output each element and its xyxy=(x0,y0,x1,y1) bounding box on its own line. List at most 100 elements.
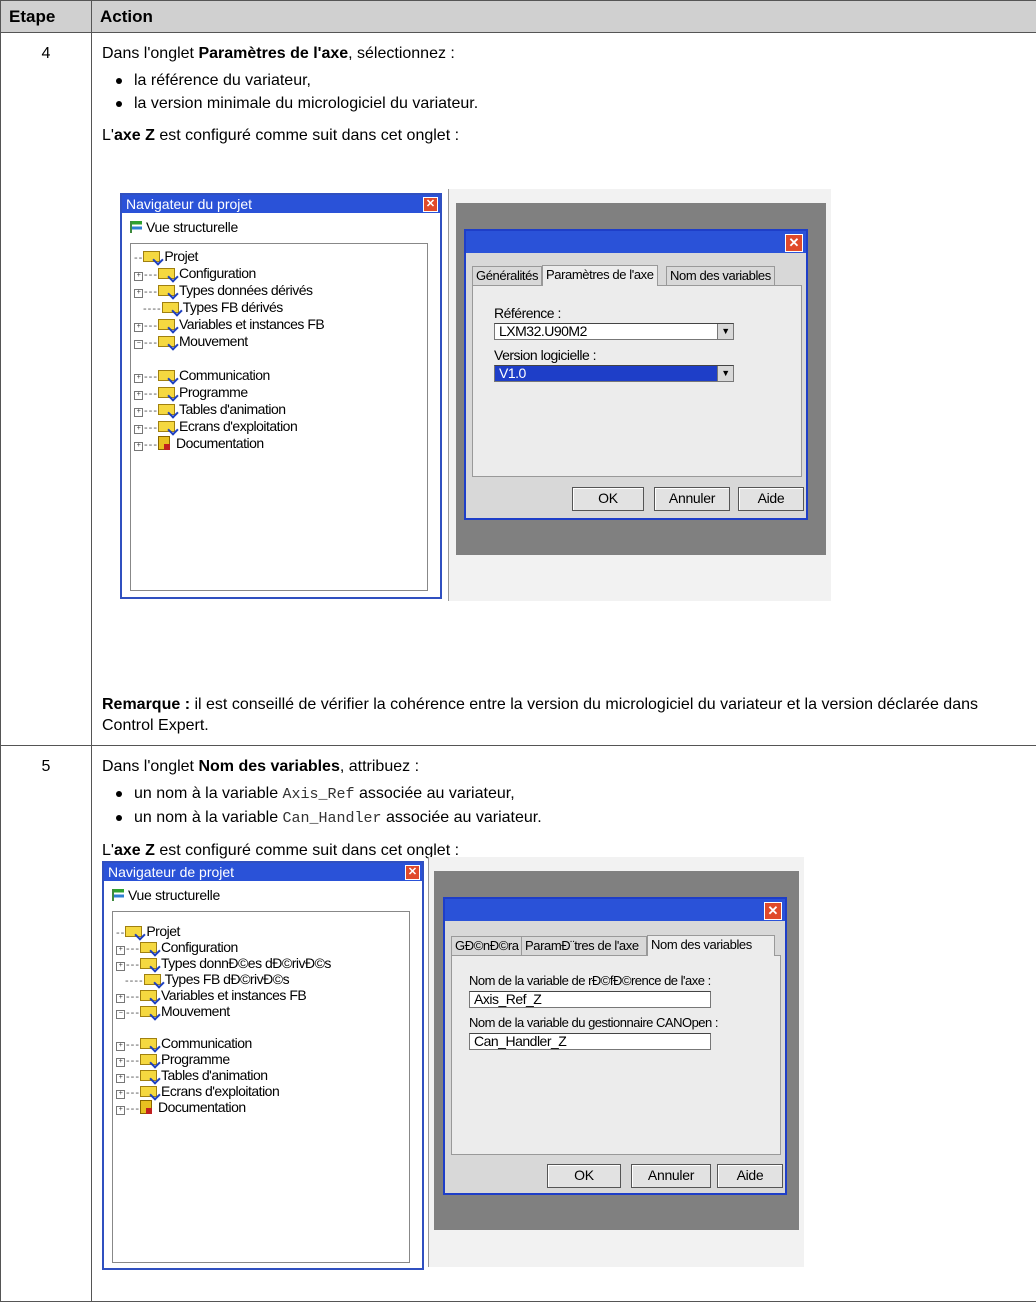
tab-generalites[interactable]: Généralités xyxy=(472,266,542,285)
tree-item-documentation[interactable]: +---Documentation xyxy=(116,1100,331,1116)
navigator-title: Navigateur de projet xyxy=(104,863,422,881)
step-number: 4 xyxy=(1,33,92,746)
tree-item-programme[interactable]: +---Programme xyxy=(134,385,324,402)
project-tree: --Projet +---Configuration +---Types don… xyxy=(116,924,331,1116)
structural-view-label: Vue structurelle xyxy=(130,219,238,235)
header-action: Action xyxy=(92,1,1036,33)
help-button[interactable]: Aide xyxy=(738,487,804,511)
step5-intro: Dans l'onglet Nom des variables, attribu… xyxy=(102,756,1036,777)
chevron-down-icon[interactable]: ▼ xyxy=(717,324,733,339)
axis-variable-input[interactable]: Axis_Ref_Z xyxy=(469,991,711,1008)
tree-item-projet[interactable]: --Projet xyxy=(134,249,324,266)
header-step: Etape xyxy=(1,1,92,33)
expand-icon[interactable]: + xyxy=(116,962,125,971)
axis-variable-label: Nom de la variable de rÐ©fÐ©rence de l'a… xyxy=(469,973,711,988)
tree-item-ecrans[interactable]: +---Ecrans d'exploitation xyxy=(134,419,324,436)
reference-label: Référence : xyxy=(494,305,561,321)
expand-icon[interactable]: + xyxy=(134,425,143,434)
ok-button[interactable]: OK xyxy=(547,1164,621,1188)
expand-icon[interactable]: + xyxy=(116,1058,125,1067)
folder-icon xyxy=(140,1052,159,1065)
expand-icon[interactable]: + xyxy=(134,391,143,400)
dialog-titlebar xyxy=(466,231,806,253)
tree-item-tables[interactable]: +---Tables d'animation xyxy=(134,402,324,419)
step4-note: Remarque : il est conseillé de vérifier … xyxy=(102,694,1022,736)
folder-icon xyxy=(162,300,181,313)
expand-icon[interactable]: + xyxy=(134,272,143,281)
ok-button[interactable]: OK xyxy=(572,487,644,511)
expand-icon[interactable]: + xyxy=(116,1042,125,1051)
expand-icon[interactable]: + xyxy=(134,408,143,417)
help-button[interactable]: Aide xyxy=(717,1164,783,1188)
can-variable-input[interactable]: Can_Handler_Z xyxy=(469,1033,711,1050)
tree-item-communication[interactable]: +---Communication xyxy=(116,1036,331,1052)
tree-item-tables[interactable]: +---Tables d'animation xyxy=(116,1068,331,1084)
structural-view-label: Vue structurelle xyxy=(112,887,220,903)
folder-icon xyxy=(140,956,159,969)
axis-dialog: ✕ Généralités Paramètres de l'axe Nom de… xyxy=(464,229,808,520)
tree-item-projet[interactable]: --Projet xyxy=(116,924,331,940)
documentation-icon xyxy=(158,436,170,450)
version-select[interactable]: V1.0▼ xyxy=(494,365,734,382)
folder-icon xyxy=(140,1068,159,1081)
bullet-icon xyxy=(116,78,122,84)
expand-icon[interactable]: + xyxy=(134,442,143,451)
tree-item-mouvement[interactable]: −---Mouvement xyxy=(134,334,324,368)
tree-item-types-fb[interactable]: ----Types FB dérivés xyxy=(134,300,324,317)
folder-icon xyxy=(144,972,163,985)
close-icon[interactable]: ✕ xyxy=(785,234,803,252)
tree-item-programme[interactable]: +---Programme xyxy=(116,1052,331,1068)
tab-parametres-axe[interactable]: ParamÐ¨tres de l'axe xyxy=(521,936,647,955)
close-icon[interactable]: ✕ xyxy=(405,865,420,880)
tab-parametres-axe[interactable]: Paramètres de l'axe xyxy=(542,265,658,286)
step-number: 5 xyxy=(1,746,92,1302)
folder-icon xyxy=(158,317,177,330)
tree-item-types-donnees[interactable]: +---Types donnÐ©es dÐ©rivÐ©s xyxy=(116,956,331,972)
tab-generalites[interactable]: GÐ©nÐ©ra xyxy=(451,936,523,955)
expand-icon[interactable]: + xyxy=(116,1090,125,1099)
tree-item-mouvement[interactable]: −---Mouvement xyxy=(116,1004,331,1036)
expand-icon[interactable]: + xyxy=(116,1106,125,1115)
tree-item-variables[interactable]: +---Variables et instances FB xyxy=(116,988,331,1004)
cancel-button[interactable]: Annuler xyxy=(654,487,730,511)
expand-icon[interactable]: + xyxy=(134,374,143,383)
list-item: un nom à la variable Can_Handler associé… xyxy=(102,806,1036,830)
close-icon[interactable]: ✕ xyxy=(764,902,782,920)
tree-item-configuration[interactable]: +---Configuration xyxy=(134,266,324,283)
project-tree: --Projet +---Configuration +---Types don… xyxy=(134,249,324,453)
folder-icon xyxy=(158,385,177,398)
folder-icon xyxy=(158,266,177,279)
step4-intro: Dans l'onglet Paramètres de l'axe, sélec… xyxy=(102,43,1036,64)
tab-nom-variables[interactable]: Nom des variables xyxy=(647,935,775,956)
reference-select[interactable]: LXM32.U90M2▼ xyxy=(494,323,734,340)
tree-item-types-donnees[interactable]: +---Types données dérivés xyxy=(134,283,324,300)
navigator-title: Navigateur du projet xyxy=(122,195,440,213)
tab-nom-variables[interactable]: Nom des variables xyxy=(666,266,775,285)
tree-item-variables[interactable]: +---Variables et instances FB xyxy=(134,317,324,334)
tree-item-communication[interactable]: +---Communication xyxy=(134,368,324,385)
version-label: Version logicielle : xyxy=(494,347,596,363)
list-item: un nom à la variable Axis_Ref associée a… xyxy=(102,782,1036,806)
expand-icon[interactable]: + xyxy=(116,994,125,1003)
folder-icon xyxy=(158,402,177,415)
chevron-down-icon[interactable]: ▼ xyxy=(717,366,733,381)
can-variable-label: Nom de la variable du gestionnaire CANOp… xyxy=(469,1015,718,1030)
folder-icon xyxy=(158,283,177,296)
bullet-icon xyxy=(116,101,122,107)
tree-item-documentation[interactable]: +---Documentation xyxy=(134,436,324,453)
cancel-button[interactable]: Annuler xyxy=(631,1164,711,1188)
collapse-icon[interactable]: − xyxy=(134,340,143,349)
step4-config-text: L'axe Z est configuré comme suit dans ce… xyxy=(102,125,1036,146)
tree-view-icon xyxy=(130,221,142,233)
expand-icon[interactable]: + xyxy=(134,289,143,298)
tree-item-configuration[interactable]: +---Configuration xyxy=(116,940,331,956)
close-icon[interactable]: ✕ xyxy=(423,197,438,212)
expand-icon[interactable]: + xyxy=(116,946,125,955)
tree-item-ecrans[interactable]: +---Ecrans d'exploitation xyxy=(116,1084,331,1100)
folder-icon xyxy=(140,1036,159,1049)
screenshot-step5: Navigateur de projet ✕ Vue structurelle … xyxy=(102,857,803,1270)
tree-item-types-fb[interactable]: ----Types FB dÐ©rivÐ©s xyxy=(116,972,331,988)
collapse-icon[interactable]: − xyxy=(116,1010,125,1019)
expand-icon[interactable]: + xyxy=(116,1074,125,1083)
expand-icon[interactable]: + xyxy=(134,323,143,332)
